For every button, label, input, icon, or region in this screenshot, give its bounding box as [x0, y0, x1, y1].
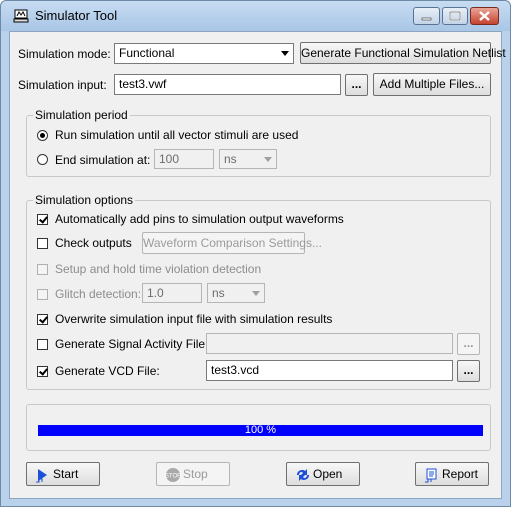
- stop-button[interactable]: STOP Stop: [156, 462, 230, 486]
- minimize-button[interactable]: [413, 7, 440, 25]
- simulator-window: Simulator Tool Simulation mode: Function…: [0, 0, 511, 507]
- generate-netlist-button[interactable]: Generate Functional Simulation Netlist: [300, 42, 506, 64]
- simulation-input-field[interactable]: test3.vwf: [114, 74, 341, 95]
- close-button[interactable]: [470, 7, 499, 25]
- run-until-label: Run simulation until all vector stimuli …: [55, 128, 299, 142]
- simulation-options-group: Simulation options Automatically add pin…: [26, 193, 491, 390]
- glitch-detection-label: Glitch detection:: [55, 287, 142, 301]
- glitch-unit-value: ns: [212, 286, 225, 300]
- simulation-options-legend: Simulation options: [33, 193, 136, 207]
- open-waveform-icon: [297, 469, 309, 481]
- end-time-unit-select[interactable]: ns: [219, 149, 277, 169]
- signal-activity-file-input[interactable]: [206, 333, 453, 354]
- progress-group: 100 %: [26, 404, 491, 451]
- waveform-comparison-settings-button[interactable]: Waveform Comparison Settings...: [142, 232, 322, 254]
- simulation-mode-label: Simulation mode:: [18, 47, 111, 61]
- chevron-down-icon: [276, 44, 293, 63]
- end-at-label: End simulation at:: [55, 153, 151, 167]
- vcd-file-input[interactable]: test3.vcd: [206, 360, 453, 381]
- glitch-detection-checkbox[interactable]: [37, 289, 48, 300]
- simulation-period-legend: Simulation period: [33, 108, 130, 122]
- simulation-input-label: Simulation input:: [18, 78, 107, 92]
- setup-hold-label: Setup and hold time violation detection: [55, 262, 262, 276]
- browse-signal-activity-button[interactable]: ...: [457, 333, 480, 355]
- svg-text:STOP: STOP: [165, 474, 181, 480]
- window-title: Simulator Tool: [35, 8, 118, 23]
- open-button[interactable]: Open: [286, 462, 360, 486]
- close-icon: [479, 11, 490, 21]
- chevron-down-icon: [247, 284, 264, 302]
- browse-input-button[interactable]: ...: [345, 74, 368, 96]
- dialog-body: Simulation mode: Functional Generate Fun…: [9, 31, 506, 499]
- overwrite-input-label: Overwrite simulation input file with sim…: [55, 312, 333, 326]
- glitch-value-input[interactable]: 1.0: [142, 283, 202, 303]
- start-button[interactable]: Start: [26, 462, 100, 486]
- generate-vcd-label: Generate VCD File:: [55, 364, 160, 378]
- run-until-radio[interactable]: [37, 130, 48, 141]
- check-outputs-label: Check outputs: [55, 236, 132, 250]
- maximize-button[interactable]: [442, 7, 468, 25]
- title-bar[interactable]: Simulator Tool: [1, 1, 510, 31]
- end-at-radio[interactable]: [37, 154, 48, 165]
- report-icon: [425, 468, 437, 483]
- maximize-icon: [449, 11, 461, 21]
- open-label: Open: [313, 467, 343, 481]
- generate-vcd-checkbox[interactable]: [37, 366, 48, 377]
- progress-text: 100 %: [244, 424, 277, 436]
- signal-activity-checkbox[interactable]: [37, 339, 48, 350]
- stop-icon: STOP: [165, 468, 181, 482]
- check-outputs-checkbox[interactable]: [37, 238, 48, 249]
- add-multiple-files-button[interactable]: Add Multiple Files...: [373, 73, 491, 96]
- auto-add-pins-label: Automatically add pins to simulation out…: [55, 212, 344, 226]
- report-button[interactable]: Report: [415, 462, 489, 486]
- end-time-unit-value: ns: [224, 152, 237, 166]
- chevron-down-icon: [259, 150, 276, 168]
- overwrite-input-checkbox[interactable]: [37, 314, 48, 325]
- minimize-icon: [421, 17, 432, 21]
- start-icon: [36, 469, 47, 483]
- simulation-mode-value: Functional: [119, 46, 175, 60]
- progress-bar: 100 %: [38, 424, 483, 436]
- report-label: Report: [442, 467, 479, 481]
- auto-add-pins-checkbox[interactable]: [37, 214, 48, 225]
- simulator-app-icon: [13, 9, 29, 23]
- simulation-period-group: Simulation period Run simulation until a…: [26, 108, 491, 177]
- end-time-input[interactable]: 100: [154, 149, 214, 169]
- glitch-unit-select[interactable]: ns: [207, 283, 265, 303]
- browse-vcd-button[interactable]: ...: [457, 360, 480, 382]
- setup-hold-checkbox[interactable]: [37, 264, 48, 275]
- simulation-mode-select[interactable]: Functional: [114, 43, 294, 64]
- stop-label: Stop: [183, 467, 208, 481]
- signal-activity-label: Generate Signal Activity File:: [55, 337, 209, 351]
- start-label: Start: [53, 467, 79, 481]
